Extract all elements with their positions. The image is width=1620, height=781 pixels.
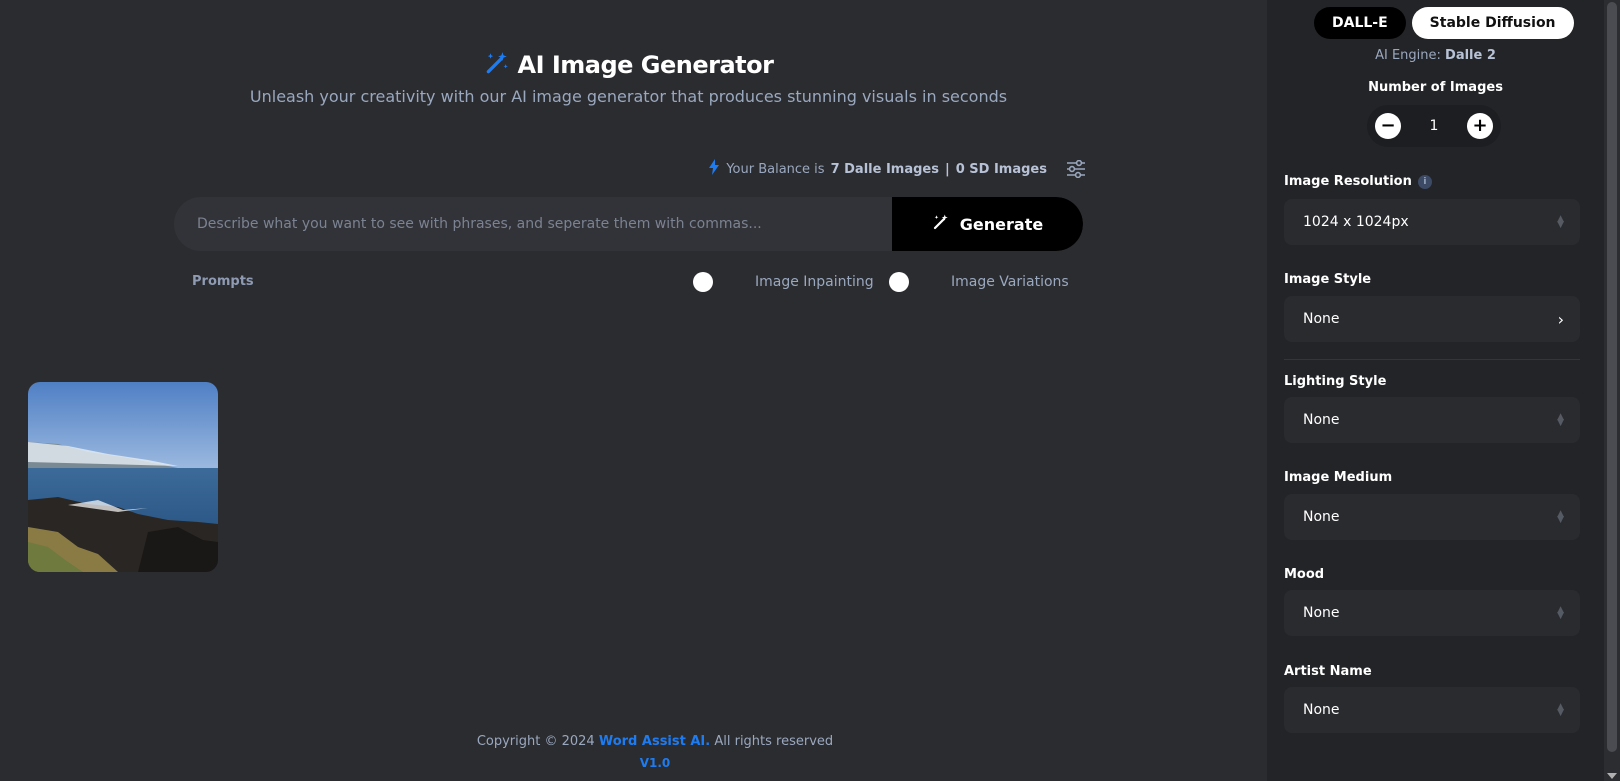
brand-link[interactable]: Word Assist AI. <box>599 734 710 749</box>
scroll-down-arrow-icon[interactable] <box>1607 773 1617 779</box>
magic-wand-icon <box>484 50 510 80</box>
balance-dalle: 7 Dalle Images <box>830 161 939 177</box>
inpainting-label: Image Inpainting <box>755 274 874 290</box>
mood-label-text: Mood <box>1284 567 1325 582</box>
resolution-select[interactable]: 1024 x 1024px ▲ ▼ <box>1284 199 1580 245</box>
lighting-style-select[interactable]: None ▲ ▼ <box>1284 397 1580 443</box>
chevron-right-icon: › <box>1557 309 1564 329</box>
engine-tabs: DALL-E Stable Diffusion <box>1314 7 1574 39</box>
generated-image-thumbnail[interactable] <box>28 382 218 572</box>
image-medium-value: None <box>1303 509 1340 525</box>
footer: Copyright © 2024 Word Assist AI. All rig… <box>0 734 1310 749</box>
image-medium-label: Image Medium <box>1284 470 1392 485</box>
select-arrows-icon: ▲ ▼ <box>1557 214 1564 230</box>
settings-sidebar: DALL-E Stable Diffusion AI Engine: Dalle… <box>1267 0 1604 781</box>
image-style-select[interactable]: None › <box>1284 296 1580 342</box>
plus-button[interactable]: + <box>1466 113 1493 139</box>
balance-separator: | <box>944 161 950 177</box>
main-panel: AI Image Generator Unleash your creativi… <box>0 0 1267 781</box>
prompt-bar: Generate <box>174 197 1083 251</box>
artist-name-value: None <box>1303 702 1340 718</box>
generate-label: Generate <box>959 214 1044 234</box>
minus-button[interactable]: − <box>1375 113 1401 139</box>
divider <box>1284 359 1580 360</box>
prompt-input[interactable] <box>174 197 892 251</box>
image-style-value: None <box>1303 311 1340 327</box>
artist-name-label-text: Artist Name <box>1284 664 1372 679</box>
copyright-text: Copyright © 2024 <box>476 734 595 749</box>
lighting-style-value: None <box>1303 412 1340 428</box>
image-style-label-text: Image Style <box>1284 272 1372 287</box>
image-style-label: Image Style <box>1284 272 1371 287</box>
scrollbar[interactable] <box>1604 0 1620 781</box>
select-arrows-icon: ▲ ▼ <box>1557 702 1564 718</box>
toggle-knob[interactable] <box>889 272 909 292</box>
select-arrows-icon: ▲ ▼ <box>1557 605 1564 621</box>
resolution-value: 1024 x 1024px <box>1303 214 1409 230</box>
image-medium-label-text: Image Medium <box>1284 470 1393 485</box>
image-medium-select[interactable]: None ▲ ▼ <box>1284 494 1580 540</box>
lightning-icon <box>708 159 720 179</box>
sliders-icon[interactable] <box>1065 158 1087 180</box>
num-images-label: Number of Images <box>1368 80 1503 95</box>
page-subtitle: Unleash your creativity with our AI imag… <box>249 87 1008 106</box>
variations-label: Image Variations <box>951 274 1069 290</box>
page-title: AI Image Generator <box>517 51 774 79</box>
artist-name-select[interactable]: None ▲ ▼ <box>1284 687 1580 733</box>
balance-info: Your Balance is 7 Dalle Images | 0 SD Im… <box>708 158 1087 180</box>
engine-value: Dalle 2 <box>1445 48 1496 63</box>
select-arrows-icon: ▲ ▼ <box>1557 509 1564 525</box>
engine-prefix: AI Engine: <box>1375 48 1441 63</box>
generate-button[interactable]: Generate <box>892 197 1083 251</box>
variations-toggle[interactable]: Image Variations <box>889 272 1069 292</box>
mood-label: Mood <box>1284 567 1324 582</box>
tab-dalle[interactable]: DALL-E <box>1314 7 1406 39</box>
resolution-label-text: Image Resolution <box>1284 174 1412 189</box>
artist-name-label: Artist Name <box>1284 664 1372 679</box>
lighting-style-label-text: Lighting Style <box>1284 374 1387 389</box>
select-arrows-icon: ▲ ▼ <box>1557 412 1564 428</box>
mood-select[interactable]: None ▲ ▼ <box>1284 590 1580 636</box>
toggle-knob[interactable] <box>693 272 713 292</box>
rights-text: All rights reserved <box>714 734 834 749</box>
scrollbar-thumb[interactable] <box>1607 2 1617 752</box>
version-label: V1.0 <box>639 756 671 770</box>
balance-sd: 0 SD Images <box>955 161 1047 177</box>
page-header: AI Image Generator <box>0 50 1257 80</box>
resolution-label: Image Resolution i <box>1284 174 1432 189</box>
num-images-value[interactable]: 1 <box>1430 118 1439 134</box>
magic-wand-icon <box>932 213 950 235</box>
lighting-style-label: Lighting Style <box>1284 374 1386 389</box>
inpainting-toggle[interactable]: Image Inpainting <box>693 272 874 292</box>
info-icon[interactable]: i <box>1417 174 1432 189</box>
prompts-link[interactable]: Prompts <box>192 274 254 289</box>
tab-stable-diffusion[interactable]: Stable Diffusion <box>1411 7 1574 39</box>
balance-prefix: Your Balance is <box>726 161 825 177</box>
ai-engine-line: AI Engine: Dalle 2 <box>1267 48 1604 63</box>
mood-value: None <box>1303 605 1340 621</box>
num-images-stepper: − 1 + <box>1367 105 1501 147</box>
